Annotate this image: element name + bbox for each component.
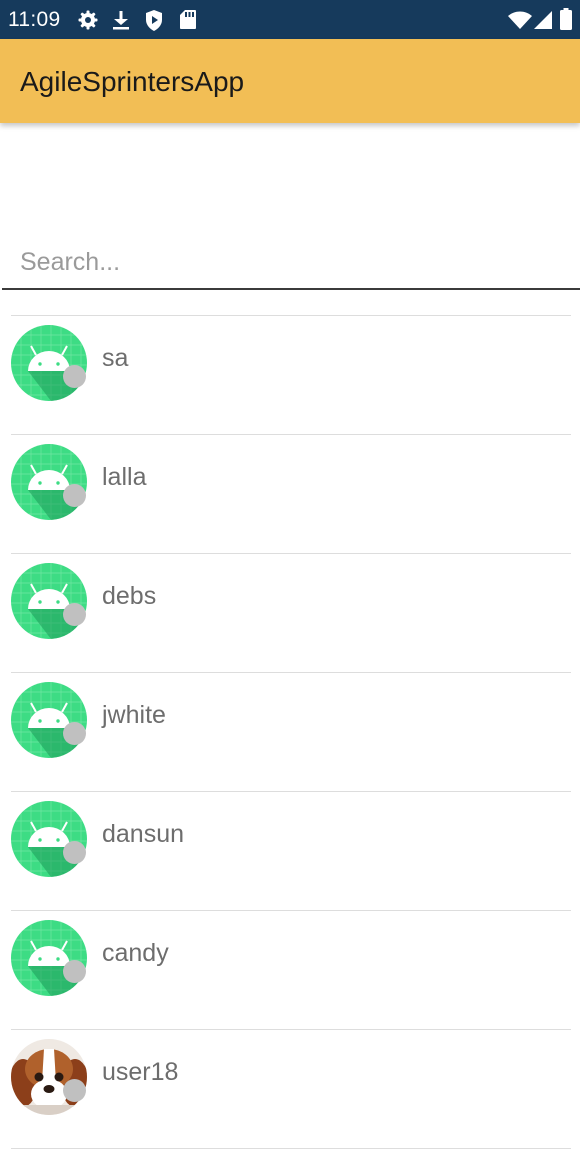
status-bar: 11:09: [0, 0, 580, 39]
username: lalla: [102, 463, 147, 491]
app-bar: AgileSprintersApp: [0, 39, 580, 123]
dog-avatar-icon: [11, 1039, 87, 1115]
android-avatar-icon: [11, 801, 87, 877]
user-list-item[interactable]: candy: [11, 910, 571, 1029]
android-avatar-icon: [11, 563, 87, 639]
android-avatar-icon: [11, 444, 87, 520]
user-list-item[interactable]: jwhite: [11, 672, 571, 791]
android-avatar-icon: [11, 682, 87, 758]
status-time: 11:09: [8, 8, 61, 31]
status-dot: [63, 603, 86, 626]
android-avatar-icon: [11, 325, 87, 401]
battery-icon: [560, 8, 572, 30]
app-title: AgileSprintersApp: [20, 66, 245, 97]
username: user18: [102, 1058, 179, 1086]
android-avatar-icon: [11, 920, 87, 996]
user-list: sa lalla debs jwhite dansun candy user18: [11, 315, 571, 1149]
user-list-item[interactable]: user18: [11, 1029, 571, 1149]
user-list-item[interactable]: debs: [11, 553, 571, 672]
username: candy: [102, 939, 169, 967]
user-list-item[interactable]: dansun: [11, 791, 571, 910]
status-dot: [63, 841, 86, 864]
username: sa: [102, 344, 129, 372]
search-bar: [2, 238, 580, 290]
gear-icon: [78, 10, 98, 30]
shield-play-icon: [146, 10, 162, 31]
user-list-item[interactable]: sa: [11, 315, 571, 434]
username: dansun: [102, 820, 185, 848]
status-dot: [63, 484, 86, 507]
username: debs: [102, 582, 157, 610]
search-input[interactable]: [18, 244, 562, 280]
download-icon: [113, 11, 129, 30]
status-dot: [63, 960, 86, 983]
user-list-item[interactable]: lalla: [11, 434, 571, 553]
status-dot: [63, 722, 86, 745]
signal-icon: [534, 11, 552, 29]
username: jwhite: [102, 701, 166, 729]
status-dot: [63, 1079, 86, 1102]
status-dot: [63, 365, 86, 388]
wifi-icon: [508, 11, 532, 29]
sd-card-icon: [180, 10, 196, 29]
